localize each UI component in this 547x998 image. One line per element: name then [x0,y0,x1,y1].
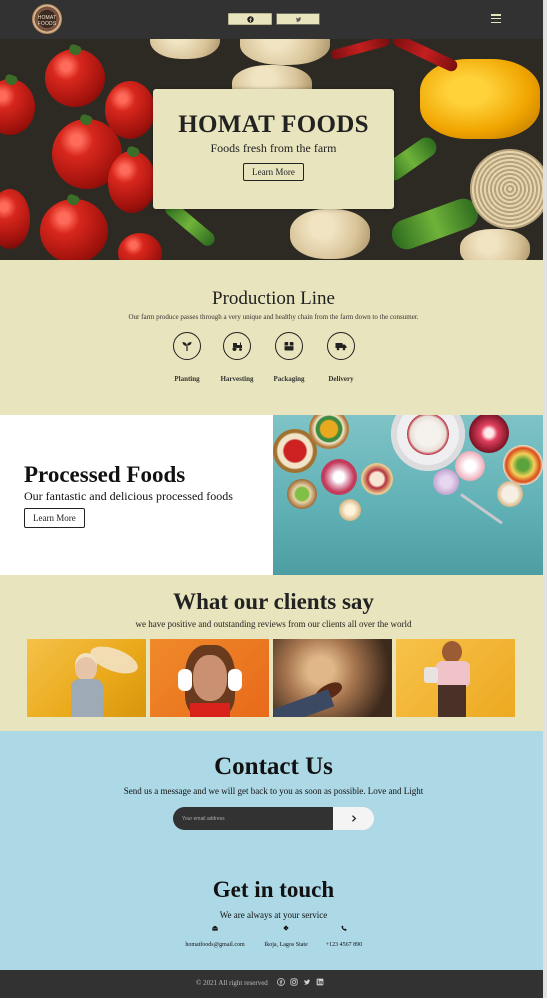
production-line-section: Production Line Our farm produce passes … [0,260,547,415]
processed-subtitle: Our fantastic and delicious processed fo… [24,489,233,503]
newsletter-form [173,807,374,830]
client-photo [150,639,269,717]
phone-text[interactable]: +123 4567 890 [326,942,362,948]
hero-card: HOMAT FOODS Foods fresh from the farm Le… [153,89,394,209]
packaging-circle [275,332,303,360]
hamburger-menu-icon[interactable] [491,14,501,23]
facebook-button[interactable] [228,13,272,25]
processed-title: Processed Foods [24,462,186,487]
step-packaging: Packaging [259,332,319,383]
get-in-touch-subtitle: We are always at your service [219,910,328,920]
twitter-button[interactable] [276,13,320,25]
hero-title: HOMAT FOODS [178,111,369,138]
hero-learn-more-button[interactable]: Learn More [243,163,304,181]
chevron-right-icon [351,815,356,822]
planting-circle [173,332,201,360]
processed-text-block: Processed Foods Our fantastic and delici… [24,462,233,528]
facebook-icon[interactable] [277,978,285,986]
step-label: Delivery [328,375,354,383]
submit-email-button[interactable] [333,807,374,830]
contact-section: Contact Us Send us a message and we will… [0,731,547,970]
step-label: Packaging [273,375,305,383]
email-input[interactable] [173,807,334,830]
client-photo [27,639,146,717]
top-navbar: HOMAT FOODS [0,0,547,39]
step-harvesting: Harvesting [207,332,267,383]
instagram-icon[interactable] [290,978,298,986]
box-icon [284,342,294,351]
dessert-image [273,415,547,575]
clients-section: What our clients say we have positive an… [0,575,547,731]
footer: © 2021 All right reserved [0,970,547,998]
facebook-icon [246,15,254,23]
logo-text: HOMAT FOODS [37,15,57,27]
hero-subtitle: Foods fresh from the farm [210,141,337,155]
processed-learn-more-button[interactable]: Learn More [24,508,85,528]
production-steps: Planting Harvesting Packaging Delivery [0,332,547,402]
get-in-touch-title: Get in touch [212,877,335,902]
contact-title: Contact Us [214,753,333,780]
client-photo [273,639,392,717]
clients-title: What our clients say [173,589,374,614]
linkedin-icon[interactable] [316,978,324,986]
client-photo [396,639,515,717]
location-icon [283,925,289,931]
tractor-icon [232,342,242,351]
harvesting-circle [223,332,251,360]
envelope-icon [212,925,218,931]
footer-social-links [277,978,324,986]
copyright-text: © 2021 All right reserved [196,979,268,987]
twitter-icon[interactable] [303,978,311,986]
processed-foods-section: Processed Foods Our fantastic and delici… [0,415,547,575]
brand-logo[interactable]: HOMAT FOODS [32,4,62,34]
phone-info: +123 4567 890 [299,925,389,951]
production-title: Production Line [212,288,335,309]
seedling-icon [182,342,192,351]
phone-icon [341,925,347,931]
production-description: Our farm produce passes through a very u… [128,313,419,321]
truck-icon [335,343,347,351]
delivery-circle [327,332,355,360]
page-scrollbar[interactable] [543,0,547,998]
contact-description: Send us a message and we will get back t… [123,786,424,796]
step-delivery: Delivery [311,332,371,383]
step-label: Harvesting [220,375,254,383]
clients-subtitle: we have positive and outstanding reviews… [135,619,412,629]
twitter-icon [295,16,301,22]
email-text[interactable]: homatfoods@gmail.com [185,942,244,948]
hero-section: HOMAT FOODS Foods fresh from the farm Le… [0,39,547,260]
